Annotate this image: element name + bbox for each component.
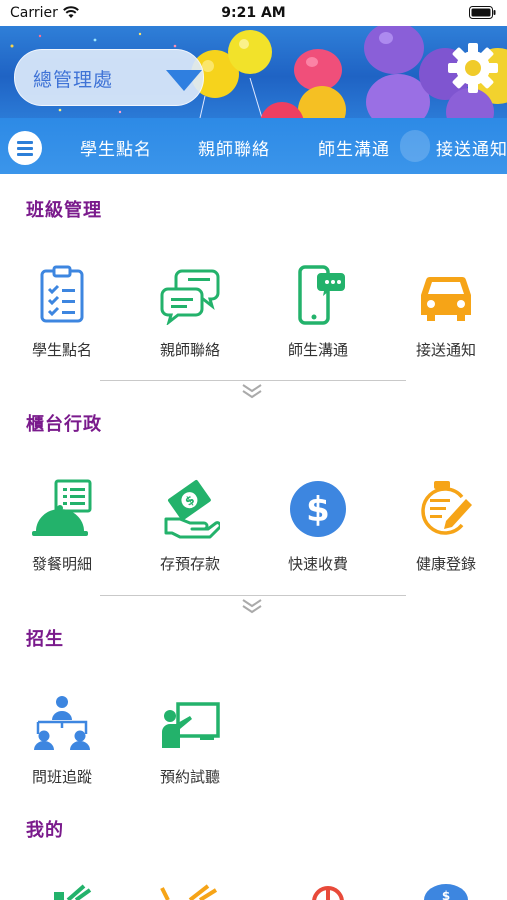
expand-chevron-icon[interactable] (240, 383, 264, 399)
tile-label: 問班追蹤 (31, 768, 92, 786)
tile-parent-teacher-contact[interactable]: 親師聯絡 (140, 265, 240, 375)
tile-health-log[interactable]: 健康登錄 (396, 479, 496, 589)
section-divider (100, 380, 406, 381)
partial-icon-red[interactable] (308, 882, 348, 900)
status-bar: Carrier 9:21 AM (0, 0, 507, 26)
tab-scroll-indicator (400, 130, 430, 162)
health-notepad-icon (421, 481, 472, 535)
tab-teacher-student-communication[interactable]: 師生溝通 (318, 135, 390, 160)
tile-label: 學生點名 (31, 341, 92, 359)
status-time: 9:21 AM (221, 5, 286, 21)
tile-label: 存預存款 (159, 555, 220, 573)
hamburger-icon-line (17, 153, 33, 156)
section-title-mine: 我的 (26, 820, 64, 841)
section-title-front-desk-admin: 櫃台行政 (26, 414, 102, 435)
tile-deposit[interactable]: $ 存預存款 (140, 479, 240, 589)
section-divider (100, 595, 406, 596)
header-banner: 總管理處 (0, 26, 507, 118)
top-tab-bar: 學生點名 親師聯絡 師生溝通 接送通知 (0, 118, 507, 174)
tile-student-attendance[interactable]: 學生點名 (12, 265, 112, 375)
meal-cloche-icon (32, 479, 92, 536)
car-icon (421, 276, 471, 321)
group-network-icon (34, 696, 90, 750)
dropdown-triangle-icon (166, 70, 202, 91)
teacher-board-icon (162, 702, 220, 748)
tab-student-attendance[interactable]: 學生點名 (80, 135, 152, 160)
tile-pickup-notice[interactable]: 接送通知 (396, 265, 496, 375)
money-hand-icon: $ (164, 479, 220, 539)
tile-label: 發餐明細 (31, 555, 92, 573)
expand-chevron-icon[interactable] (240, 598, 264, 614)
office-select-label: 總管理處 (33, 69, 114, 91)
menu-button[interactable] (8, 131, 42, 165)
hamburger-icon-line (17, 147, 33, 150)
tile-quick-payment[interactable]: $ 快速收費 (268, 479, 368, 589)
settings-gear-icon[interactable] (445, 40, 501, 96)
tab-parent-teacher-contact[interactable]: 親師聯絡 (198, 135, 270, 160)
tile-teacher-student-communication[interactable]: 師生溝通 (268, 265, 368, 375)
tile-trial-class-booking[interactable]: 預約試聽 (140, 692, 240, 802)
section-title-enrollment: 招生 (26, 629, 64, 650)
tile-label: 親師聯絡 (159, 341, 220, 359)
tile-label: 師生溝通 (287, 341, 348, 359)
section-title-class-management: 班級管理 (26, 200, 102, 221)
chat-bubbles-icon (160, 269, 220, 325)
clipboard-checklist-icon (40, 265, 84, 323)
partial-icon-blue[interactable]: $ (420, 884, 472, 900)
tile-label: 預約試聽 (159, 768, 220, 786)
phone-message-icon (298, 265, 345, 325)
svg-text:$: $ (442, 889, 450, 900)
tile-label: 健康登錄 (415, 555, 476, 573)
office-select-dropdown[interactable]: 總管理處 (14, 49, 204, 106)
tab-pickup-notice[interactable]: 接送通知 (436, 135, 507, 160)
hamburger-icon (17, 141, 33, 144)
svg-text:$: $ (306, 490, 330, 530)
tile-label: 接送通知 (415, 341, 476, 359)
tile-label: 快速收費 (287, 555, 348, 573)
tile-inquiry-tracking[interactable]: 問班追蹤 (12, 692, 112, 802)
partial-icon-orange[interactable] (160, 884, 222, 900)
battery-icon (469, 6, 496, 19)
tile-meal-details[interactable]: 發餐明細 (12, 479, 112, 589)
partial-icon-green[interactable] (32, 880, 94, 900)
dollar-coin-icon: $ (290, 481, 346, 537)
